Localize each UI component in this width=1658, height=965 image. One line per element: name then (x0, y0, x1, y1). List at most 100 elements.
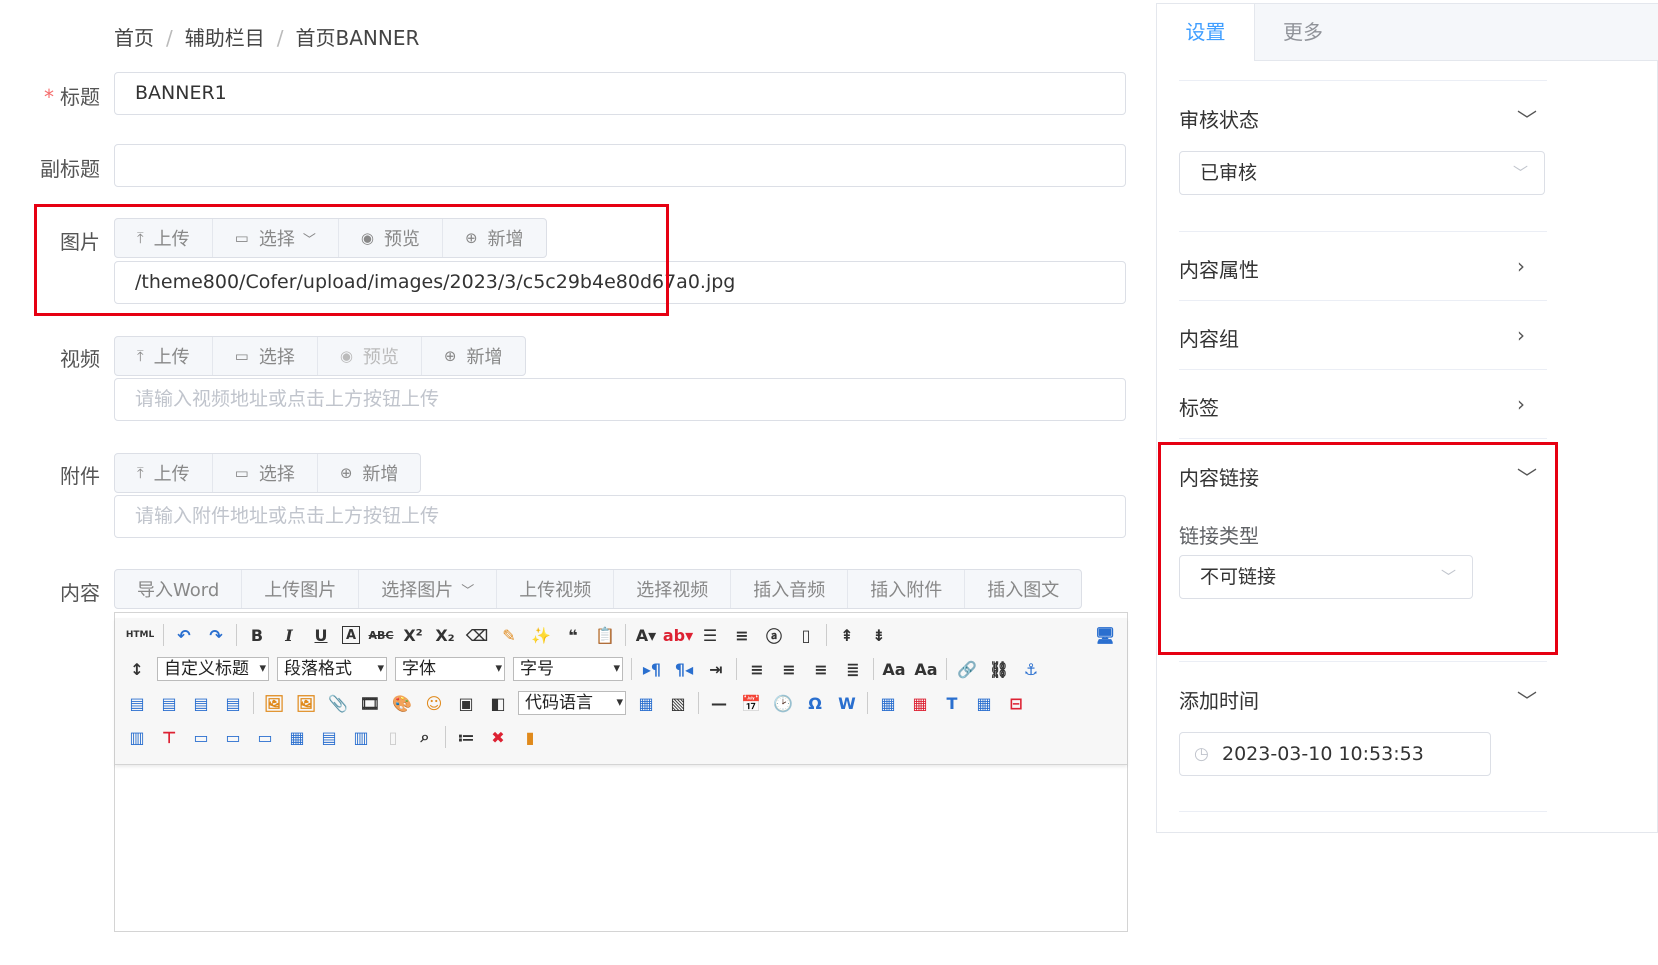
special-char-icon[interactable]: Ω (804, 692, 826, 714)
font-size-select[interactable]: 字号 (513, 657, 623, 681)
select-image-button[interactable]: 选择图片 ﹀ (359, 570, 498, 608)
insert-paragraph-before-table-icon[interactable]: T (941, 692, 963, 714)
video-preview-button[interactable]: ◉ 预览 (318, 337, 422, 375)
code-language-select[interactable]: 代码语言 (518, 691, 626, 715)
font-family-select[interactable]: 字体 (395, 657, 505, 681)
video-upload-button[interactable]: ⤒ 上传 (115, 337, 213, 375)
review-status-select[interactable]: 已审核 ﹀ (1179, 151, 1545, 195)
merge-down-icon[interactable]: ▭ (254, 726, 276, 748)
chevron-down-icon[interactable]: ﹀ (1517, 685, 1537, 713)
title-input[interactable]: BANNER1 (114, 72, 1126, 115)
insert-table-icon[interactable]: ▦ (877, 692, 899, 714)
delete-row-icon[interactable]: ⊟ (1005, 692, 1027, 714)
chart-icon[interactable]: ▮ (519, 726, 541, 748)
content-props-title[interactable]: 内容属性 (1179, 254, 1259, 283)
code-icon[interactable]: ◧ (487, 692, 509, 714)
image-none-icon[interactable]: ▤ (126, 692, 148, 714)
review-status-title[interactable]: 审核状态 (1179, 104, 1259, 133)
insert-image-text-button[interactable]: 插入图文 (965, 570, 1081, 608)
align-right-icon[interactable]: ≡ (810, 658, 832, 680)
row-spacing-top-icon[interactable]: ⇞ (836, 624, 858, 646)
insert-row-icon[interactable]: ▦ (973, 692, 995, 714)
merge-cells-icon[interactable]: ▭ (190, 726, 212, 748)
video-add-button[interactable]: ⊕ 新增 (422, 337, 525, 375)
insert-audio-button[interactable]: 插入音频 (731, 570, 849, 608)
bold-icon[interactable]: B (246, 624, 268, 646)
split-rows-icon[interactable]: ▤ (318, 726, 340, 748)
html-source-icon[interactable]: HTML (126, 624, 154, 646)
print-icon[interactable]: ▯ (382, 726, 404, 748)
video-film-icon[interactable]: 🎞 (359, 692, 381, 714)
chevron-right-icon[interactable]: › (1517, 392, 1535, 416)
simple-upload-icon[interactable]: 🖼 (263, 692, 285, 714)
attachment-add-button[interactable]: ⊕ 新增 (318, 454, 421, 492)
attachment-url-input[interactable]: 请输入附件地址或点击上方按钮上传 (114, 495, 1126, 538)
subtitle-input[interactable] (114, 144, 1126, 187)
superscript-icon[interactable]: X² (402, 624, 424, 646)
tags-title[interactable]: 标签 (1179, 392, 1219, 421)
paste-plain-icon[interactable]: 📋 (594, 624, 616, 646)
font-color-icon[interactable]: A▾ (635, 624, 657, 646)
unordered-list-icon[interactable]: ≡ (731, 624, 753, 646)
italic-icon[interactable]: I (278, 624, 300, 646)
content-group-title[interactable]: 内容组 (1179, 323, 1239, 352)
split-cells-icon[interactable]: ▦ (286, 726, 308, 748)
paragraph-select[interactable]: 段落格式 (277, 657, 387, 681)
image-right-icon[interactable]: ▤ (190, 692, 212, 714)
search-replace-icon[interactable]: ⌕ (414, 726, 436, 748)
chevron-right-icon[interactable]: › (1517, 323, 1535, 347)
font-border-icon[interactable]: A (342, 626, 360, 644)
select-all-icon[interactable]: ⓐ (763, 624, 785, 646)
attachment-select-button[interactable]: ▭ 选择 (213, 454, 318, 492)
template-icon[interactable]: ▣ (455, 692, 477, 714)
insert-attachment-button[interactable]: 插入附件 (848, 570, 966, 608)
chevron-right-icon[interactable]: › (1517, 254, 1535, 278)
strikethrough-icon[interactable]: ABC (369, 624, 394, 646)
horizontal-rule-icon[interactable]: — (708, 692, 730, 714)
highlight-color-icon[interactable]: ab▾ (663, 624, 693, 646)
underline-icon[interactable]: U (310, 624, 332, 646)
format-brush-icon[interactable]: ✎ (498, 624, 520, 646)
delete-col-icon[interactable]: ⊤ (158, 726, 180, 748)
video-select-button[interactable]: ▭ 选择 (213, 337, 318, 375)
uppercase-icon[interactable]: Aa (882, 658, 905, 680)
attachment-upload-button[interactable]: ⤒ 上传 (115, 454, 213, 492)
align-justify-icon[interactable]: ≣ (842, 658, 864, 680)
unlink-icon[interactable]: ⛓ (988, 658, 1010, 680)
insert-col-icon[interactable]: ▥ (126, 726, 148, 748)
row-spacing-bottom-icon[interactable]: ⇟ (868, 624, 890, 646)
custom-title-select[interactable]: 自定义标题 (157, 657, 269, 681)
indent-icon[interactable]: ⇥ (705, 658, 727, 680)
link-icon[interactable]: 🔗 (956, 658, 978, 680)
upload-video-button[interactable]: 上传视频 (497, 570, 615, 608)
import-word-button[interactable]: 导入Word (115, 570, 243, 608)
add-time-picker[interactable]: ◷ 2023-03-10 10:53:53 (1179, 732, 1491, 776)
breadcrumb-home[interactable]: 首页 (114, 26, 154, 50)
insert-image-icon[interactable]: 🖼 (295, 692, 317, 714)
page-break-icon[interactable]: ▦ (635, 692, 657, 714)
subscript-icon[interactable]: X₂ (434, 624, 456, 646)
scrawl-icon[interactable]: 🎨 (391, 692, 413, 714)
image-center-icon[interactable]: ▤ (222, 692, 244, 714)
image-left-icon[interactable]: ▤ (158, 692, 180, 714)
anchor-icon[interactable]: ⚓ (1020, 658, 1042, 680)
drafts-icon[interactable]: ≔ (455, 726, 477, 748)
attachment-clip-icon[interactable]: 📎 (327, 692, 349, 714)
tab-settings[interactable]: 设置 (1157, 4, 1255, 61)
delete-table-icon[interactable]: ▦ (909, 692, 931, 714)
redo-icon[interactable]: ↷ (205, 624, 227, 646)
undo-icon[interactable]: ↶ (173, 624, 195, 646)
ltr-icon[interactable]: ▸¶ (641, 658, 663, 680)
line-height-icon[interactable]: ↕ (126, 658, 148, 680)
rtl-icon[interactable]: ¶◂ (673, 658, 695, 680)
chevron-down-icon[interactable]: ﹀ (1517, 104, 1537, 132)
time-icon[interactable]: 🕑 (772, 692, 794, 714)
blockquote-icon[interactable]: ❝ (562, 624, 584, 646)
emoticon-icon[interactable]: ☺ (423, 692, 445, 714)
lowercase-icon[interactable]: Aa (914, 658, 937, 680)
background-icon[interactable]: ▧ (667, 692, 689, 714)
add-time-title[interactable]: 添加时间 (1179, 685, 1259, 714)
date-icon[interactable]: 📅 (740, 692, 762, 714)
ordered-list-icon[interactable]: ☰ (699, 624, 721, 646)
upload-image-button[interactable]: 上传图片 (242, 570, 360, 608)
